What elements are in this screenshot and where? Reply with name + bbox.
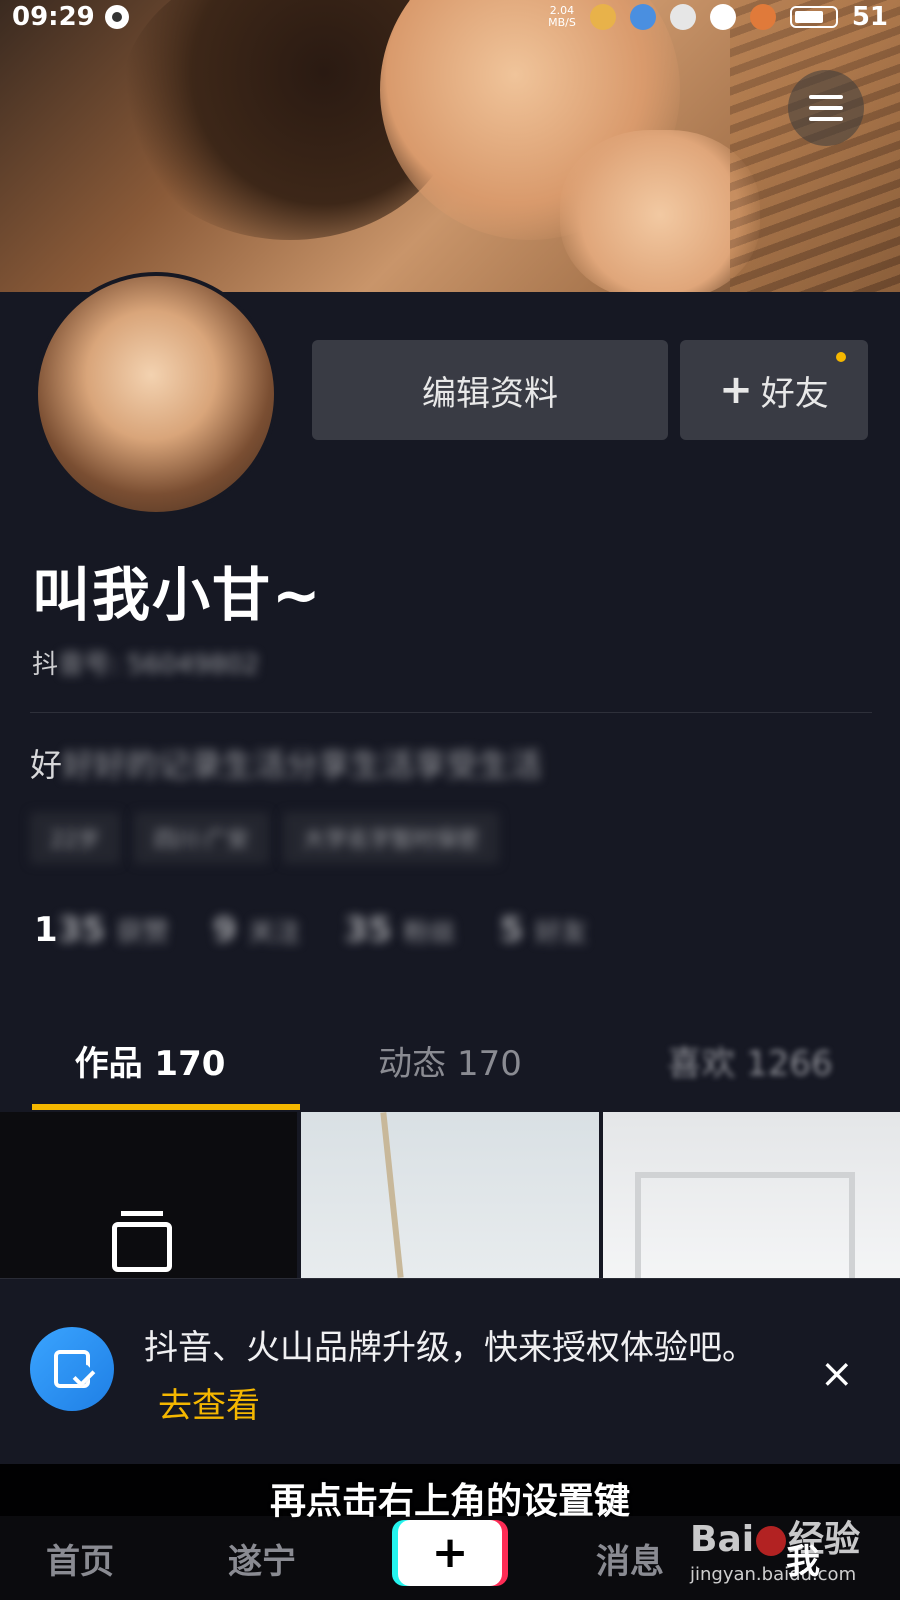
divider [30, 712, 872, 713]
stat-following-number: 9 [212, 910, 237, 950]
stat-friends-number: 5 [499, 910, 524, 950]
app-bear-icon [589, 4, 616, 30]
bio-blurred: 好好的记录生活分享生活享受生活 [62, 746, 543, 784]
stat-followers-label: 粉丝 [403, 918, 456, 948]
stat-likes-visible: 1 [34, 910, 58, 950]
status-time: 09:29 [12, 2, 95, 32]
stat-likes[interactable]: 135 获赞 [34, 910, 169, 950]
douyin-id-blurred: 音号: 56049802 [58, 650, 260, 680]
battery-icon [789, 6, 838, 28]
stat-friends[interactable]: 5 好友 [500, 910, 588, 950]
watermark-logo: Bai 经验 [690, 1510, 890, 1562]
notification-icon [104, 5, 129, 29]
video-grid [0, 1112, 900, 1278]
notice-message: 抖音、火山品牌升级，快来授权体验吧。 [144, 1328, 756, 1368]
brand-upgrade-notice: 抖音、火山品牌升级，快来授权体验吧。去查看 × [0, 1278, 900, 1464]
tag-age: 22岁 [30, 812, 120, 864]
publish-button[interactable]: + [398, 1520, 502, 1586]
menu-line-icon [809, 95, 843, 99]
tab-moments[interactable]: 动态 170 [300, 1010, 600, 1110]
app-rabbit-icon [669, 4, 696, 30]
add-friend-label: 好友 [760, 373, 829, 414]
stat-following[interactable]: 9 关注 [213, 910, 301, 950]
bio-first-char: 好 [30, 746, 63, 784]
bio: 好好好的记录生活分享生活享受生活 [30, 740, 542, 786]
plus-icon: + [431, 1527, 469, 1578]
profile-cover-image[interactable] [0, 0, 900, 292]
cover-blinds [730, 0, 900, 292]
thumbnail-pole [380, 1112, 404, 1278]
douyin-id-prefix: 抖 [32, 650, 59, 680]
profile-tabs: 作品 170 动态 170 喜欢 1266 [0, 1010, 900, 1110]
status-right: 2.04 MB/S 51 [548, 2, 888, 32]
net-speed: 2.04 MB/S [548, 5, 576, 29]
stat-following-label: 关注 [248, 918, 301, 948]
video-thumbnail[interactable] [602, 1112, 900, 1278]
avatar[interactable] [34, 272, 278, 516]
profile-stats: 135 获赞 9 关注 35 粉丝 5 好友 [34, 910, 587, 950]
watermark-logo-right: 经验 [788, 1519, 861, 1560]
watermark-logo-left: Bai [690, 1519, 755, 1560]
stat-followers-number: 35 [344, 910, 392, 950]
net-speed-unit: MB/S [548, 16, 576, 29]
add-friend-button[interactable]: + 好友 [680, 340, 868, 440]
nickname: 叫我小甘~ [32, 561, 323, 629]
tag-location: 四川·广安 [134, 812, 269, 864]
stat-friends-label: 好友 [535, 918, 588, 948]
app-fox-icon [749, 4, 776, 30]
authorize-doc-icon [30, 1327, 114, 1411]
menu-line-icon [809, 106, 843, 110]
tab-liked[interactable]: 喜欢 1266 [600, 1010, 900, 1110]
stat-likes-number: 35 [57, 910, 105, 950]
app-penguin-icon [629, 4, 656, 30]
doc-check-icon [54, 1350, 90, 1388]
notification-dot [836, 352, 846, 362]
video-thumbnail-drafts[interactable] [0, 1112, 298, 1278]
baidu-paw-icon [756, 1526, 787, 1556]
menu-line-icon [809, 117, 843, 121]
close-icon[interactable]: × [820, 1351, 854, 1397]
nav-home[interactable]: 首页 [46, 1534, 114, 1583]
battery-level: 51 [851, 2, 888, 32]
nav-messages[interactable]: 消息 [596, 1534, 664, 1583]
thumbnail-doorway [634, 1172, 855, 1278]
baidu-jingyan-watermark: Bai 经验 jingyan.baidu.com [690, 1510, 890, 1590]
notice-text: 抖音、火山品牌升级，快来授权体验吧。去查看 [144, 1319, 764, 1435]
tab-works[interactable]: 作品 170 [0, 1010, 300, 1110]
notice-view-link[interactable]: 去查看 [158, 1386, 260, 1426]
edit-profile-button[interactable]: 编辑资料 [312, 340, 668, 440]
plus-icon: + [719, 367, 753, 413]
nav-city[interactable]: 遂宁 [228, 1534, 296, 1583]
settings-menu-button[interactable] [788, 70, 864, 146]
stat-likes-label: 获赞 [116, 918, 169, 948]
watermark-url: jingyan.baidu.com [690, 1564, 857, 1585]
video-thumbnail[interactable] [301, 1112, 599, 1278]
profile-tags: 22岁 四川·广安 大学名字暂时保密 [30, 812, 500, 864]
status-bar: 09:29 2.04 MB/S 51 [0, 0, 900, 34]
douyin-id: 抖音号: 56049802 [32, 644, 259, 681]
app-paw-icon [709, 4, 736, 30]
tag-school: 大学名字暂时保密 [283, 812, 500, 864]
stat-followers[interactable]: 35 粉丝 [344, 910, 455, 950]
drafts-icon [112, 1211, 172, 1272]
